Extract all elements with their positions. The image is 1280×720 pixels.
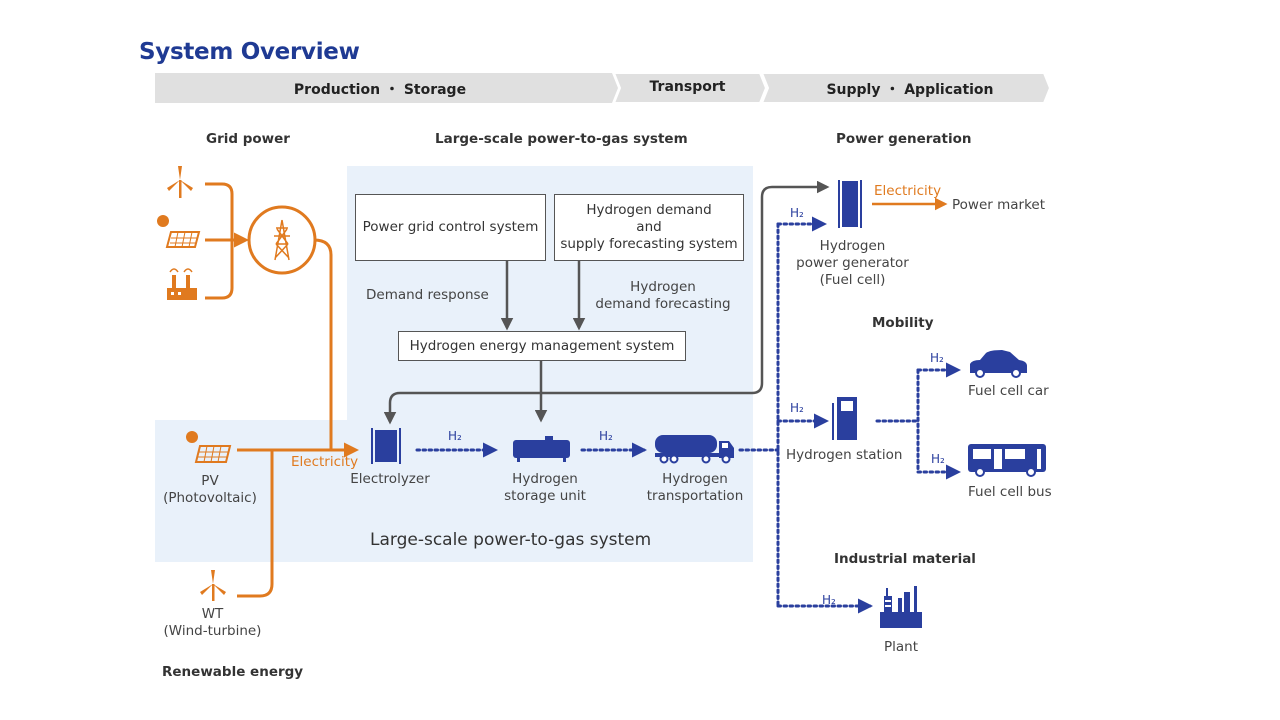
hems-to-electrolyzer-arrow bbox=[383, 391, 541, 425]
hems-to-fuelcell-arrow bbox=[541, 180, 830, 395]
grid-power-connector bbox=[205, 182, 249, 300]
storage-tank-icon bbox=[513, 436, 570, 462]
grid-to-electrolyzer-line bbox=[313, 238, 333, 450]
plant-icon bbox=[880, 586, 922, 628]
grid-tower-circle bbox=[247, 205, 317, 275]
hydrogen-station-icon bbox=[832, 397, 857, 440]
solar-panel-icon bbox=[157, 215, 201, 248]
wt-to-bus-line bbox=[237, 450, 274, 598]
bus-icon bbox=[968, 444, 1046, 477]
car-icon bbox=[970, 350, 1027, 378]
electrolyzer-icon bbox=[371, 428, 401, 464]
wind-turbine-icon bbox=[167, 166, 193, 198]
pv-panel-icon bbox=[186, 431, 232, 463]
tanker-truck-icon bbox=[655, 435, 734, 464]
wt-turbine-icon bbox=[200, 570, 226, 601]
fuel-cell-icon bbox=[838, 180, 862, 228]
power-plant-icon bbox=[167, 268, 197, 300]
diagram-graphics bbox=[157, 166, 1046, 628]
